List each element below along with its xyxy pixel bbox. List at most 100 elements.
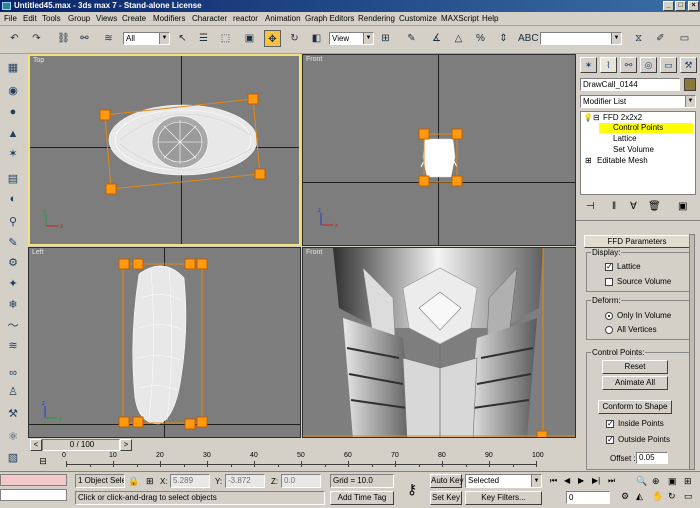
helper-icon[interactable]: ⚲: [4, 214, 22, 230]
menu-character[interactable]: Character: [192, 14, 227, 23]
hierarchy-tab-icon[interactable]: ⚯: [620, 57, 637, 73]
z-coordinate-field[interactable]: 0.0: [281, 474, 321, 488]
make-unique-icon[interactable]: ∀: [630, 201, 637, 212]
key-filters-button[interactable]: Key Filters...: [465, 491, 542, 505]
reference-coordinate-dropdown[interactable]: View ▼: [329, 32, 374, 45]
spacewarp-icon[interactable]: ✎: [4, 235, 22, 251]
select-and-link-icon[interactable]: ⛓: [55, 30, 72, 47]
object-color-swatch[interactable]: [684, 78, 696, 91]
surface-icon[interactable]: ≋: [4, 338, 22, 354]
mini-curve-editor-icon[interactable]: ⊟: [32, 454, 54, 468]
modify-tab-icon[interactable]: ⌇: [600, 57, 617, 73]
cloth-icon[interactable]: ▧: [4, 450, 22, 466]
reactor-icon[interactable]: ⚛: [4, 429, 22, 445]
stack-ffd[interactable]: FFD 2x2x2: [603, 113, 642, 122]
close-button[interactable]: ×: [688, 1, 699, 11]
snap-toggle-icon[interactable]: ∡: [428, 30, 445, 47]
track-bar[interactable]: ⊟ 0 10 20 30 40 50 60 70 80 90 100: [28, 452, 576, 471]
zoom-extents-all-icon[interactable]: ⊞: [684, 476, 692, 487]
edit-named-selection-icon[interactable]: ABC: [518, 30, 539, 47]
systems-icon[interactable]: ⚙: [4, 255, 22, 271]
source-volume-checkbox[interactable]: [605, 278, 613, 286]
menu-create[interactable]: Create: [122, 14, 146, 23]
outside-points-checkbox[interactable]: ✓: [606, 436, 614, 444]
menu-modifiers[interactable]: Modifiers: [153, 14, 185, 23]
menu-file[interactable]: File: [4, 14, 17, 23]
show-end-result-icon[interactable]: ‖: [612, 201, 616, 212]
chevron-left-icon[interactable]: <: [30, 439, 42, 451]
x-coordinate-field[interactable]: 5.289: [170, 474, 210, 488]
select-and-move-icon[interactable]: ✥: [264, 30, 281, 47]
set-key-button[interactable]: Set Key: [430, 491, 462, 505]
time-slider-track[interactable]: < 0 / 100 >: [28, 438, 576, 452]
conform-to-shape-button[interactable]: Conform to Shape: [598, 400, 672, 414]
biped-icon[interactable]: ♙: [4, 384, 22, 400]
key-icon[interactable]: ⚷: [400, 478, 424, 500]
add-time-tag-button[interactable]: Add Time Tag: [330, 491, 394, 505]
loop-icon[interactable]: ∞: [4, 365, 22, 381]
angle-snap-icon[interactable]: △: [450, 30, 467, 47]
zoom-icon[interactable]: 🔍: [636, 476, 647, 487]
menu-tools[interactable]: Tools: [42, 14, 61, 23]
create-tab-icon[interactable]: ✶: [580, 57, 597, 73]
expand-icon[interactable]: ⊞: [585, 156, 592, 165]
ffd-parameters-rollout[interactable]: FFD Parameters: [584, 235, 690, 248]
only-in-volume-radio[interactable]: [605, 312, 613, 320]
maxscript-listener-mini[interactable]: [0, 474, 67, 486]
bind-space-warp-icon[interactable]: ≋: [100, 30, 117, 47]
unlink-icon[interactable]: ⚯: [76, 30, 93, 47]
previous-frame-icon[interactable]: ◀: [564, 476, 570, 485]
menu-help[interactable]: Help: [482, 14, 498, 23]
select-object-icon[interactable]: ↖: [174, 30, 191, 47]
select-by-name-icon[interactable]: ☰: [195, 30, 212, 47]
current-frame-spinner[interactable]: 0: [566, 491, 610, 504]
configure-sets-icon[interactable]: ▣: [678, 201, 687, 212]
viewport-front[interactable]: Front z x: [302, 54, 576, 246]
offset-spinner[interactable]: 0.05: [636, 452, 668, 464]
select-and-manipulate-icon[interactable]: ✎: [403, 30, 420, 47]
menu-customize[interactable]: Customize: [399, 14, 437, 23]
mirror-icon[interactable]: ⧖: [630, 30, 647, 47]
zoom-extents-icon[interactable]: ▣: [668, 476, 677, 487]
menu-rendering[interactable]: Rendering: [358, 14, 395, 23]
shape-icon[interactable]: ✦: [4, 276, 22, 292]
menu-edit[interactable]: Edit: [23, 14, 37, 23]
named-selection-dropdown[interactable]: ▼: [540, 32, 622, 45]
motion-tab-icon[interactable]: ◎: [640, 57, 657, 73]
camera-icon[interactable]: ▤: [4, 171, 22, 187]
lock-icon[interactable]: 🔒: [128, 476, 139, 487]
arc-rotate-icon[interactable]: ↻: [668, 491, 676, 502]
y-coordinate-field[interactable]: -3.872: [225, 474, 265, 488]
create-cone-icon[interactable]: ▲: [4, 126, 22, 142]
redo-icon[interactable]: ↷: [28, 30, 45, 47]
modifier-list-dropdown[interactable]: Modifier List ▼: [580, 95, 696, 108]
create-sphere-icon[interactable]: ●: [4, 104, 22, 120]
viewport-left[interactable]: Left z y: [28, 247, 301, 438]
select-and-scale-icon[interactable]: ◧: [308, 30, 325, 47]
select-and-rotate-icon[interactable]: ↻: [286, 30, 303, 47]
bone-icon[interactable]: ⚒: [4, 406, 22, 422]
align-icon[interactable]: ✐: [652, 30, 669, 47]
all-vertices-radio[interactable]: [605, 326, 613, 334]
reset-button[interactable]: Reset: [602, 360, 668, 374]
field-of-view-icon[interactable]: ◭: [636, 491, 643, 502]
go-to-start-icon[interactable]: ⏮: [550, 476, 557, 486]
viewport-front-shaded[interactable]: Front: [302, 247, 576, 438]
percent-snap-icon[interactable]: %: [472, 30, 489, 47]
expand-icon[interactable]: ⊟: [593, 113, 600, 122]
menu-reactor[interactable]: reactor: [233, 14, 258, 23]
go-to-end-icon[interactable]: ⏭: [608, 476, 615, 486]
particle-icon[interactable]: ❄: [4, 297, 22, 313]
panel-scrollbar[interactable]: [689, 234, 695, 470]
zoom-all-icon[interactable]: ⊕: [652, 476, 660, 487]
maximize-button[interactable]: □: [675, 1, 686, 11]
pin-stack-icon[interactable]: ⊣: [586, 201, 595, 212]
stack-lattice[interactable]: Lattice: [613, 134, 637, 143]
undo-icon[interactable]: ↶: [6, 30, 23, 47]
next-frame-icon[interactable]: ▶|: [592, 476, 600, 485]
chevron-right-icon[interactable]: >: [120, 439, 132, 451]
lightbulb-icon[interactable]: 💡: [583, 113, 593, 122]
display-tab-icon[interactable]: ▭: [660, 57, 677, 73]
selection-filter-dropdown[interactable]: All ▼: [123, 32, 170, 45]
minimize-button[interactable]: _: [663, 1, 674, 11]
